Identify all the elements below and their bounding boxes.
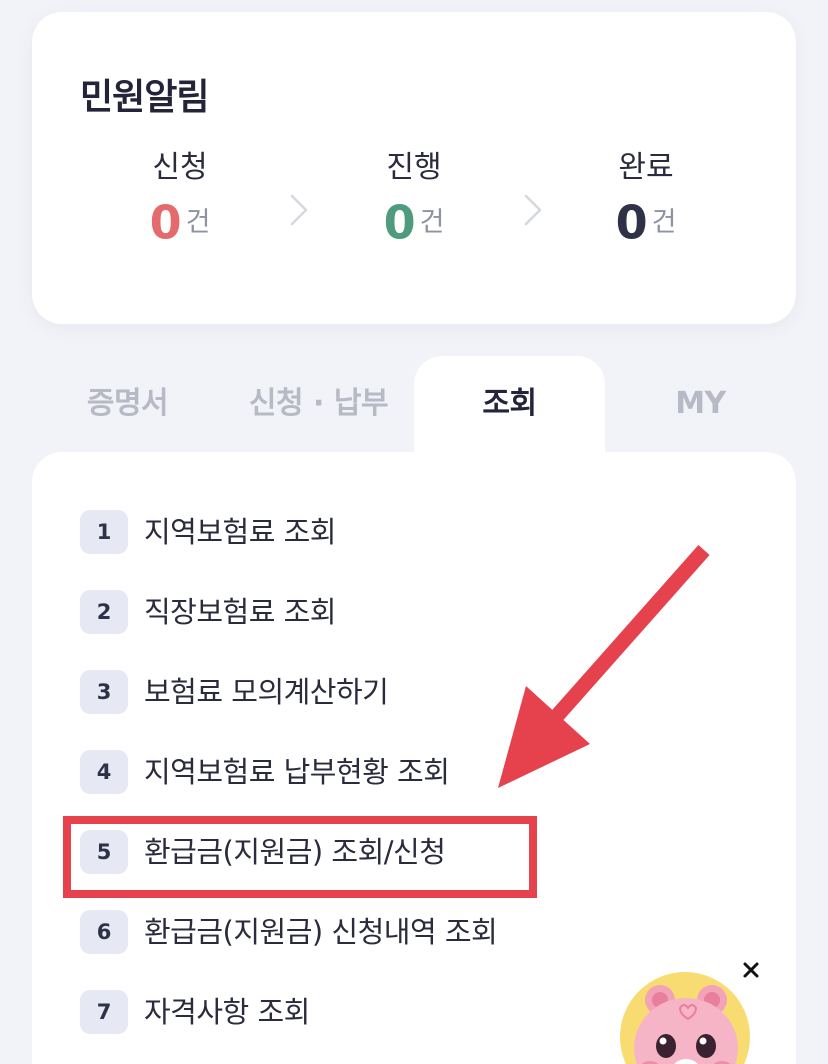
- stat-applied-label: 신청: [152, 150, 208, 185]
- menu-item-label: 환급금(지원금) 조회/신청: [144, 835, 446, 869]
- tab-my[interactable]: MY: [605, 356, 796, 456]
- stat-in-progress-count: 0: [383, 195, 416, 250]
- menu-item-number: 1: [80, 510, 128, 554]
- menu-item-label: 자격사항 조회: [144, 995, 310, 1029]
- status-card-title: 민원알림: [80, 77, 209, 118]
- menu-item-label: 환급금(지원금) 신청내역 조회: [144, 915, 498, 949]
- stat-applied-count: 0: [149, 195, 182, 250]
- menu-item-regional-premium[interactable]: 1 지역보험료 조회: [80, 508, 720, 556]
- menu-item-label: 지역보험료 조회: [144, 515, 336, 549]
- close-icon[interactable]: [741, 960, 761, 980]
- menu-item-number: 6: [80, 910, 128, 954]
- stat-applied[interactable]: 신청 0건: [100, 150, 260, 251]
- tab-inquiry[interactable]: 조회: [414, 356, 605, 462]
- menu-item-number: 5: [80, 830, 128, 874]
- stat-in-progress-unit: 건: [419, 206, 445, 238]
- menu-item-workplace-premium[interactable]: 2 직장보험료 조회: [80, 588, 720, 636]
- category-tab-bar: 증명서 신청 · 납부 조회 MY: [32, 356, 796, 462]
- stat-in-progress-label: 진행: [386, 150, 442, 185]
- menu-item-premium-simulation[interactable]: 3 보험료 모의계산하기: [80, 668, 720, 716]
- stat-completed-label: 완료: [618, 150, 674, 185]
- menu-item-label: 직장보험료 조회: [144, 595, 336, 629]
- menu-item-refund-inquiry-apply[interactable]: 5 환급금(지원금) 조회/신청: [80, 828, 720, 876]
- civil-complaint-status-card[interactable]: 민원알림 신청 0건 진행 0건 완료 0건: [32, 12, 796, 324]
- menu-item-refund-application-history[interactable]: 6 환급금(지원금) 신청내역 조회: [80, 908, 720, 956]
- tab-apply-pay[interactable]: 신청 · 납부: [223, 356, 414, 456]
- stat-completed-count: 0: [615, 195, 648, 250]
- menu-item-number: 2: [80, 590, 128, 634]
- menu-item-number: 3: [80, 670, 128, 714]
- stat-completed-unit: 건: [651, 206, 677, 238]
- stat-in-progress[interactable]: 진행 0건: [334, 150, 494, 251]
- menu-item-regional-payment-status[interactable]: 4 지역보험료 납부현황 조회: [80, 748, 720, 796]
- page: 민원알림 신청 0건 진행 0건 완료 0건 증명서 신청 · 납부 조회 MY…: [0, 0, 828, 1064]
- chevron-right-icon: [290, 194, 308, 226]
- stat-applied-unit: 건: [185, 206, 211, 238]
- menu-item-number: 4: [80, 750, 128, 794]
- chevron-right-icon: [524, 194, 542, 226]
- menu-item-label: 지역보험료 납부현황 조회: [144, 755, 450, 789]
- stat-completed[interactable]: 완료 0건: [566, 150, 726, 251]
- menu-item-label: 보험료 모의계산하기: [144, 675, 389, 709]
- tab-certificates[interactable]: 증명서: [32, 356, 223, 456]
- menu-item-number: 7: [80, 990, 128, 1034]
